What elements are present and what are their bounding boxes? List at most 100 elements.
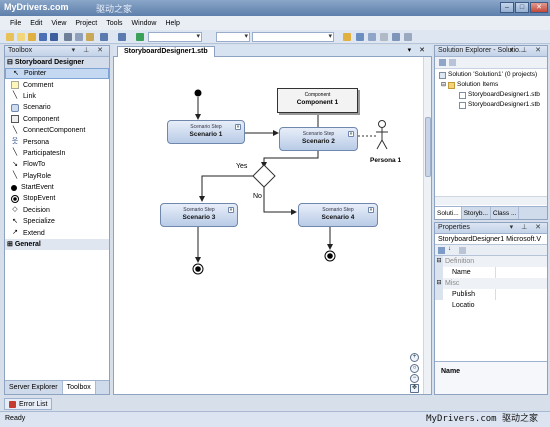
toolbox-item-participatesin[interactable]: ╲ ParticipatesIn [5, 148, 109, 159]
properties-title: Properties [438, 224, 470, 231]
copy-icon[interactable] [75, 33, 83, 41]
expand-icon[interactable]: » [368, 207, 374, 213]
expand-icon[interactable]: » [348, 131, 354, 137]
find-in-files-icon[interactable] [343, 33, 351, 41]
close-button[interactable]: ✕ [530, 2, 548, 13]
save-icon[interactable] [39, 33, 47, 41]
new-project-icon[interactable] [6, 33, 14, 41]
menu-help[interactable]: Help [165, 20, 179, 27]
scenario-2-node[interactable]: » Scenario Step Scenario 2 [279, 127, 358, 151]
toolbox-item-persona[interactable]: 웃 Persona [5, 136, 109, 147]
tree-row-solution[interactable]: Solution 'Solution1' (0 projects) [435, 70, 547, 80]
properties-icon[interactable] [439, 59, 446, 66]
toolbox-section-general[interactable]: ⊞ General [5, 238, 109, 250]
comment-icon [11, 81, 19, 90]
tab-solution-explorer[interactable]: Soluti... [435, 207, 462, 219]
toolbox-item-specialize[interactable]: ↖ Specialize [5, 216, 109, 227]
menu-edit[interactable]: Edit [30, 20, 42, 27]
menu-view[interactable]: View [51, 20, 66, 27]
save-all-icon[interactable] [50, 33, 58, 41]
toolbox-item-connectcomponent[interactable]: ╲ ConnectComponent [5, 125, 109, 136]
paste-icon[interactable] [86, 33, 94, 41]
tree-row-solution-items[interactable]: ⊟ Solution Items [435, 80, 547, 90]
scenario-4-node[interactable]: » Scenario Step Scenario 4 [298, 203, 378, 227]
open-folder-icon[interactable] [28, 33, 36, 41]
toolbox-item-stopevent[interactable]: StopEvent [5, 193, 109, 204]
toolbox-item-flowto[interactable]: ↘ FlowTo [5, 159, 109, 170]
tree-row-file[interactable]: StoryboardDesigner1.stb [435, 100, 547, 110]
scenario-3-node[interactable]: » Scenario Step Scenario 3 [160, 203, 238, 227]
start-page-icon[interactable] [404, 33, 412, 41]
toolbox-item-extend[interactable]: ↗ Extend [5, 227, 109, 238]
property-publish-location[interactable]: Publish Locatio [435, 289, 547, 309]
name-value[interactable] [495, 267, 547, 278]
tab-class-view[interactable]: Class ... [491, 207, 520, 219]
redo-icon[interactable] [118, 33, 126, 41]
property-name[interactable]: Name [435, 267, 547, 278]
status-watermark: MyDrivers.com 驱动之家 [426, 414, 538, 424]
properties-icon[interactable] [368, 33, 376, 41]
tree-row-file[interactable]: StoryboardDesigner1.stb [435, 90, 547, 100]
category-misc[interactable]: ⊟ Misc [435, 278, 547, 289]
add-item-icon[interactable] [17, 33, 25, 41]
toolbox-item-decision[interactable]: ◇ Decision [5, 205, 109, 216]
folder-icon [448, 81, 456, 89]
zoom-in-icon[interactable]: + [410, 353, 419, 362]
menu-tools[interactable]: Tools [106, 20, 122, 27]
toolbox-item-playrole[interactable]: ╲ PlayRole [5, 171, 109, 182]
tab-storyboard[interactable]: Storyb... [462, 207, 491, 219]
zoom-icon[interactable]: ○ [410, 364, 419, 373]
solution-horizontal-scrollbar[interactable] [435, 196, 547, 205]
file-icon [459, 101, 466, 109]
toolbox-item-startevent[interactable]: StartEvent [5, 182, 109, 193]
expand-icon[interactable]: » [228, 207, 234, 213]
find-combo[interactable] [252, 32, 334, 42]
start-event-node[interactable] [194, 89, 202, 97]
object-browser-icon[interactable] [380, 33, 388, 41]
start-debug-icon[interactable] [136, 33, 144, 41]
maximize-button[interactable]: □ [515, 2, 529, 13]
scenario-1-node[interactable]: » Scenario Step Scenario 1 [167, 120, 245, 144]
expand-icon[interactable]: » [235, 124, 241, 130]
decision-node[interactable] [252, 164, 276, 188]
undo-icon[interactable] [100, 33, 108, 41]
persona-figure[interactable] [376, 120, 388, 150]
categorized-icon[interactable] [438, 247, 445, 254]
toolbox-item-comment[interactable]: Comment [5, 79, 109, 90]
publish-location-value[interactable] [495, 289, 547, 300]
alphabetical-icon[interactable]: ↓ [448, 246, 451, 252]
panel-buttons[interactable]: ▾ ⊥ ✕ [510, 46, 544, 56]
toolbox-item-link[interactable]: ╲ Link [5, 91, 109, 102]
component-node[interactable]: Component Component 1 [277, 88, 358, 113]
panel-buttons[interactable]: ▾ ⊥ ✕ [72, 46, 106, 56]
platform-dropdown[interactable] [216, 32, 250, 42]
toolbox-icon[interactable] [392, 33, 400, 41]
menu-file[interactable]: File [10, 20, 21, 27]
cut-icon[interactable] [64, 33, 72, 41]
document-tab-controls[interactable]: ▾ ✕ [408, 46, 428, 54]
tab-storyboard-designer[interactable]: StoryboardDesigner1.stb [117, 46, 215, 57]
category-definition[interactable]: ⊟ Definition [435, 256, 547, 267]
pan-icon[interactable]: ✥ [410, 384, 419, 393]
panel-buttons[interactable]: ▾ ⊥ ✕ [510, 223, 544, 233]
designer-canvas[interactable]: Component Component 1 » Scenario Step Sc… [113, 57, 432, 395]
solution-explorer-icon[interactable] [356, 33, 364, 41]
minimize-button[interactable]: – [500, 2, 514, 13]
scroll-thumb[interactable] [425, 117, 431, 177]
canvas-vertical-scrollbar[interactable] [423, 57, 431, 394]
menu-project[interactable]: Project [75, 20, 97, 27]
solution-config-dropdown[interactable] [148, 32, 202, 42]
object-selector[interactable]: StoryboardDesigner1 Microsoft.V [435, 234, 547, 245]
tab-error-list[interactable]: Error List [4, 398, 53, 410]
show-all-files-icon[interactable] [449, 59, 456, 66]
toolbox-item-component[interactable]: Component [5, 114, 109, 125]
menu-window[interactable]: Window [132, 20, 157, 27]
toolbox-item-scenario[interactable]: Scenario [5, 102, 109, 113]
toolbox-section-storyboard[interactable]: ⊟ Storyboard Designer [5, 57, 109, 68]
toolbox-item-pointer[interactable]: ↖ Pointer [5, 68, 109, 80]
tab-server-explorer[interactable]: Server Explorer [5, 381, 63, 394]
collapse-icon[interactable]: ⊟ [441, 80, 446, 90]
property-pages-icon[interactable] [459, 247, 466, 254]
zoom-out-icon[interactable]: − [410, 374, 419, 383]
tab-toolbox[interactable]: Toolbox [62, 381, 96, 394]
